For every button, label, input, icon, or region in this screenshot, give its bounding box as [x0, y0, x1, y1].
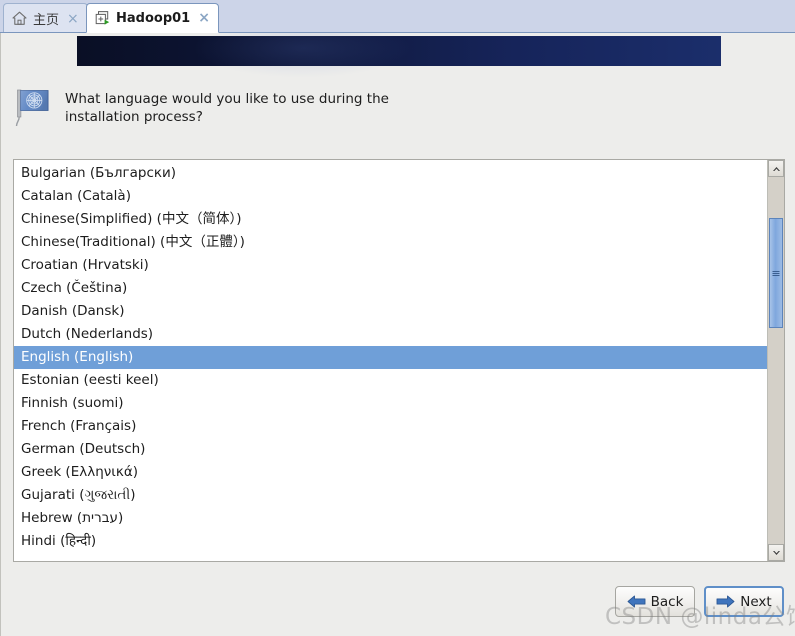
navigation-buttons: Back Next — [615, 586, 784, 617]
list-item[interactable]: Gujarati (ગુજરાતી) — [14, 484, 767, 507]
list-item[interactable]: Chinese(Simplified) (中文（简体）) — [14, 208, 767, 231]
back-button[interactable]: Back — [615, 586, 695, 617]
installer-window: 主页 × Hadoop01 × What language would you … — [0, 0, 795, 636]
list-item[interactable]: Hebrew (עברית) — [14, 507, 767, 530]
list-item[interactable]: English (English) — [14, 346, 767, 369]
tab-bar: 主页 × Hadoop01 × — [0, 0, 795, 33]
back-button-label: Back — [650, 593, 684, 610]
list-item[interactable]: Greek (Ελληνικά) — [14, 461, 767, 484]
scroll-down-button[interactable] — [768, 544, 784, 561]
scroll-up-arrow-icon — [772, 166, 780, 171]
list-item[interactable]: Bulgarian (Български) — [14, 162, 767, 185]
list-item[interactable]: Hindi (हिन्दी) — [14, 530, 767, 553]
language-list[interactable]: Bulgarian (Български) Catalan (Català) Chi… — [14, 160, 767, 561]
un-flag-icon — [15, 89, 49, 127]
tab-hadoop01-close-icon[interactable]: × — [196, 11, 212, 25]
question-text: What language would you like to use duri… — [65, 91, 389, 125]
language-list-scrollbar[interactable] — [767, 160, 784, 561]
scrollbar-grip-icon — [772, 270, 780, 276]
tab-home-label: 主页 — [33, 13, 60, 28]
installer-banner — [77, 33, 721, 78]
list-item[interactable]: Dutch (Nederlands) — [14, 323, 767, 346]
next-button[interactable]: Next — [704, 586, 784, 617]
tab-hadoop01-label: Hadoop01 — [116, 10, 191, 26]
scroll-up-button[interactable] — [768, 160, 784, 177]
banner-sheen — [192, 33, 412, 78]
question-row: What language would you like to use duri… — [13, 87, 753, 129]
tab-home-close-icon[interactable]: × — [65, 12, 81, 26]
list-item[interactable]: Finnish (suomi) — [14, 392, 767, 415]
language-listbox: Bulgarian (Български) Catalan (Català) Chi… — [13, 159, 785, 562]
list-item[interactable]: Catalan (Català) — [14, 185, 767, 208]
list-item[interactable]: Danish (Dansk) — [14, 300, 767, 323]
scrollbar-track[interactable] — [768, 177, 784, 544]
list-item[interactable]: Croatian (Hrvatski) — [14, 254, 767, 277]
list-item[interactable]: Chinese(Traditional) (中文（正體）) — [14, 231, 767, 254]
installer-content: What language would you like to use duri… — [0, 33, 795, 636]
tab-home[interactable]: 主页 × — [3, 3, 88, 33]
next-button-label: Next — [740, 593, 772, 610]
list-item[interactable]: Estonian (eesti keel) — [14, 369, 767, 392]
arrow-left-icon — [627, 595, 646, 608]
home-icon — [12, 11, 27, 25]
tab-hadoop01[interactable]: Hadoop01 × — [86, 3, 219, 33]
arrow-right-icon — [716, 595, 735, 608]
scroll-down-arrow-icon — [772, 550, 780, 555]
scrollbar-thumb[interactable] — [769, 218, 783, 328]
list-item[interactable]: German (Deutsch) — [14, 438, 767, 461]
list-item[interactable]: French (Français) — [14, 415, 767, 438]
list-item[interactable]: Czech (Čeština) — [14, 277, 767, 300]
vm-running-icon — [95, 10, 110, 25]
